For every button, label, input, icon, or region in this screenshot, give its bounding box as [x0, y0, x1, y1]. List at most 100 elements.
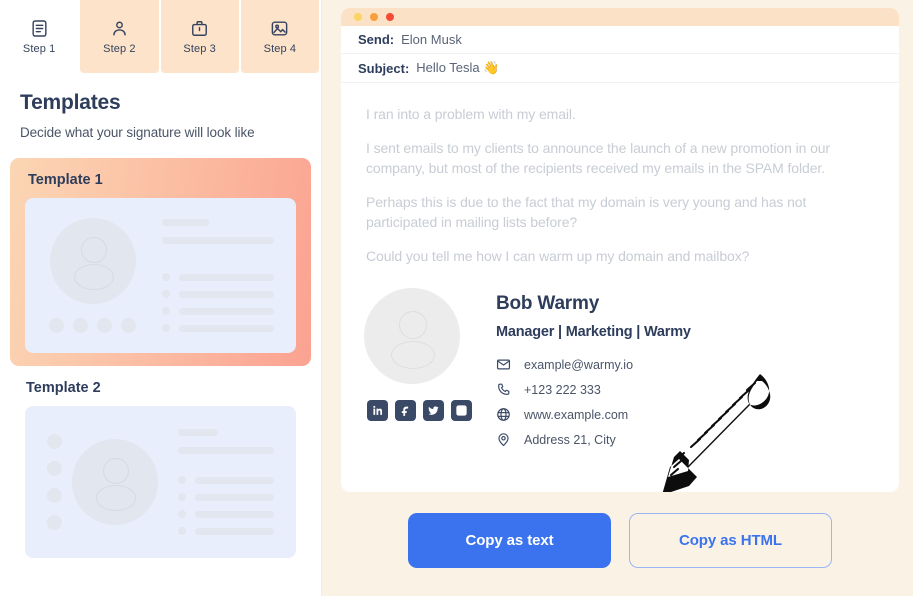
step-tab-3-label: Step 3	[183, 42, 216, 55]
linkedin-icon[interactable]	[367, 400, 388, 421]
preview-line	[179, 290, 274, 298]
instagram-icon[interactable]	[451, 400, 472, 421]
preview-contact-row	[162, 324, 274, 332]
step-tab-3[interactable]: Step 3	[160, 0, 239, 73]
step-tab-4[interactable]: Step 4	[240, 0, 319, 73]
preview-line	[195, 527, 274, 535]
template-card-2-label: Template 2	[26, 380, 101, 396]
action-buttons: Copy as text Copy as HTML	[341, 492, 899, 596]
preview-panel: Send: Elon Musk Subject: Hello Tesla 👋 I…	[322, 0, 913, 596]
template-card-1-label: Template 1	[28, 172, 103, 188]
signature-details: Bob Warmy Manager | Marketing | Warmy ex…	[496, 288, 691, 447]
preview-contact-row	[162, 290, 274, 298]
preview-bullet	[162, 290, 170, 298]
preview-social-dot	[47, 461, 62, 476]
preview-social-dot	[49, 318, 64, 333]
preview-social-dot	[121, 318, 136, 333]
preview-social-dot	[47, 434, 62, 449]
preview-social-dot	[47, 488, 62, 503]
preview-social-dots	[49, 318, 136, 333]
preview-contact-row	[178, 510, 274, 518]
send-field-row: Send: Elon Musk	[341, 26, 899, 54]
sidebar: Step 1 Step 2 Step 3 Step 4 Templates De…	[0, 0, 322, 596]
preview-line	[162, 219, 210, 226]
location-pin-icon	[496, 432, 511, 447]
preview-social-dots-vertical	[47, 434, 62, 530]
image-icon	[270, 19, 289, 38]
send-label: Send:	[358, 32, 395, 47]
preview-text-lines	[162, 219, 274, 332]
preview-avatar-placeholder	[72, 439, 158, 525]
step-tabs: Step 1 Step 2 Step 3 Step 4	[0, 0, 321, 73]
preview-line	[179, 273, 274, 281]
email-signature: Bob Warmy Manager | Marketing | Warmy ex…	[341, 266, 899, 447]
contact-address-text: Address 21, City	[524, 432, 616, 447]
signature-role: Manager | Marketing | Warmy	[496, 324, 691, 340]
preview-contact-row	[178, 527, 274, 535]
envelope-icon	[496, 357, 511, 372]
copy-as-text-button[interactable]: Copy as text	[408, 512, 611, 568]
step-tab-1[interactable]: Step 1	[0, 0, 79, 73]
copy-as-html-button[interactable]: Copy as HTML	[629, 512, 832, 568]
signature-generator-app: Step 1 Step 2 Step 3 Step 4 Templates De…	[0, 0, 913, 596]
contact-phone-text: +123 222 333	[524, 382, 601, 397]
signature-contacts: example@warmy.io +123 222 333 www.exampl…	[496, 357, 691, 447]
preview-contact-row	[178, 476, 274, 484]
subject-label: Subject:	[358, 60, 410, 76]
phone-icon	[496, 382, 511, 397]
contact-website-text: www.example.com	[524, 407, 629, 422]
email-paragraph: Perhaps this is due to the fact that my …	[366, 194, 807, 230]
template-1-preview	[25, 198, 296, 353]
preview-avatar-placeholder	[49, 218, 136, 304]
template-card-2[interactable]: Template 2	[10, 366, 311, 571]
preview-line	[162, 237, 274, 244]
preview-bullet	[162, 324, 170, 332]
preview-text-lines	[178, 429, 274, 535]
email-paragraph: I ran into a problem with my email.	[366, 106, 576, 122]
preview-contact-row	[178, 493, 274, 501]
contact-row-phone: +123 222 333	[496, 382, 691, 397]
subject-value: Hello Tesla 👋	[416, 60, 500, 75]
template-list: Template 1 Template 2	[0, 158, 321, 596]
preview-social-dot	[73, 318, 88, 333]
avatar	[364, 288, 460, 384]
window-dot-red[interactable]	[386, 13, 394, 21]
contact-row-email: example@warmy.io	[496, 357, 691, 372]
email-paragraph: Could you tell me how I can warm up my d…	[366, 248, 750, 264]
preview-line	[195, 493, 274, 501]
briefcase-icon	[190, 19, 209, 38]
contact-email-text: example@warmy.io	[524, 357, 634, 372]
social-links	[364, 400, 472, 421]
contact-row-address: Address 21, City	[496, 432, 691, 447]
window-dot-orange[interactable]	[370, 13, 378, 21]
subject-field-row: Subject: Hello Tesla 👋	[341, 54, 899, 83]
preview-contact-row	[162, 273, 274, 281]
twitter-icon[interactable]	[423, 400, 444, 421]
step-tab-1-label: Step 1	[22, 42, 56, 55]
template-2-preview	[25, 406, 296, 558]
sidebar-header: Templates Decide what your signature wil…	[0, 73, 321, 140]
person-icon	[110, 19, 129, 38]
email-body: I ran into a problem with my email. I se…	[341, 83, 899, 266]
preview-bullet	[162, 273, 170, 281]
preview-social-dot	[47, 515, 62, 530]
step-tab-2-label: Step 2	[103, 42, 136, 55]
step-tab-2[interactable]: Step 2	[80, 0, 159, 73]
globe-icon	[496, 407, 511, 422]
window-titlebar	[341, 8, 899, 26]
facebook-icon[interactable]	[395, 400, 416, 421]
template-card-1[interactable]: Template 1	[10, 158, 311, 366]
preview-line	[179, 307, 274, 315]
preview-contact-row	[162, 307, 274, 315]
contact-row-website: www.example.com	[496, 407, 691, 422]
preview-line	[178, 429, 219, 436]
step-tab-4-label: Step 4	[263, 42, 297, 55]
send-value: Elon Musk	[401, 32, 462, 47]
signature-left-column	[364, 288, 472, 447]
window-dot-yellow[interactable]	[354, 13, 362, 21]
page-title: Templates	[20, 91, 121, 114]
document-icon	[30, 19, 49, 38]
preview-bullet	[178, 493, 186, 501]
preview-bullet	[178, 476, 186, 484]
page-subtitle: Decide what your signature will look lik…	[20, 125, 255, 140]
